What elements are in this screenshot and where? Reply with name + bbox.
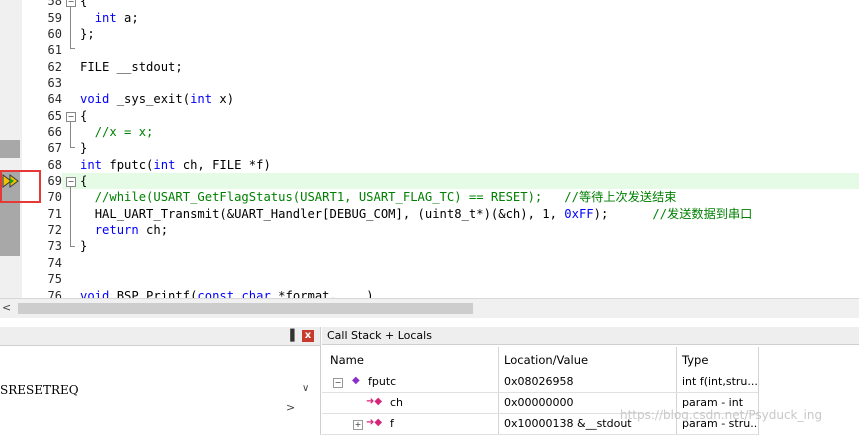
margin-marker (0, 242, 20, 256)
line-number: 65 (47, 109, 62, 123)
comment: //发送数据到串口 (652, 207, 753, 221)
code-text: fputc( (102, 158, 154, 172)
fold-guide-end (70, 48, 75, 49)
line-number: 62 (47, 60, 62, 74)
code-line: void _sys_exit(int x) (80, 91, 234, 107)
pin-icon[interactable]: ▐ (286, 329, 294, 342)
row-type: int f(int,stru... (682, 375, 758, 388)
line-number: 64 (47, 92, 62, 106)
code-line: //x = x; (80, 124, 154, 140)
column-header-type[interactable]: Type (682, 353, 708, 367)
fold-collapse-icon[interactable]: − (66, 0, 76, 7)
code-text: ch; (138, 223, 169, 237)
pane-titlebar: ▐ x (0, 327, 320, 346)
fold-collapse-icon[interactable]: − (66, 112, 76, 122)
code-line: FILE __stdout; (80, 60, 183, 74)
hex-literal: 0xFF (564, 207, 594, 221)
code-line: } (80, 239, 88, 253)
chevron-right-icon[interactable]: > (286, 401, 295, 414)
column-header-name[interactable]: Name (330, 353, 364, 367)
fold-guide-end (70, 246, 75, 247)
code-text: x) (212, 92, 235, 106)
code-text: _sys_exit( (109, 92, 191, 106)
margin-marker (0, 206, 20, 242)
breakpoint-margin[interactable] (0, 0, 22, 300)
horizontal-scrollbar[interactable]: < (0, 298, 859, 318)
line-number: 73 (47, 239, 62, 253)
close-button[interactable]: x (302, 330, 314, 342)
line-number: 59 (47, 11, 62, 25)
line-number: 70 (47, 190, 62, 204)
line-number: 71 (47, 207, 62, 221)
panel-title: Call Stack + Locals (322, 327, 859, 345)
comment: //while(USART_GetFlagStatus(USART1, USAR… (94, 190, 677, 204)
line-number: 68 (47, 158, 62, 172)
code-text: ch, FILE *f) (175, 158, 271, 172)
code-line: //while(USART_GetFlagStatus(USART1, USAR… (80, 189, 677, 205)
fold-guide (70, 7, 71, 48)
code-line: return ch; (80, 222, 168, 238)
code-line: int a; (80, 10, 139, 26)
code-editor[interactable]: 58 59 60 61 62 63 64 65 66 67 68 69 70 7… (0, 0, 859, 300)
current-line-highlight (62, 173, 859, 189)
row-value: 0x08026958 (504, 375, 574, 388)
watermark-text: https://blog.csdn.net/Psyduck_ing (620, 408, 823, 422)
parameter-icon: ➜◆ (366, 417, 383, 428)
parameter-icon: ➜◆ (366, 396, 383, 407)
comment: //x = x; (94, 125, 154, 139)
function-icon: ◆ (352, 375, 360, 386)
code-line: { (80, 109, 88, 123)
register-text: SRESETREQ (0, 383, 79, 397)
expand-icon[interactable]: + (353, 420, 363, 430)
code-line-current: { (80, 174, 88, 188)
line-number: 60 (47, 27, 62, 41)
line-number: 75 (47, 272, 62, 286)
line-number: 69 (47, 174, 62, 188)
keyword: return (94, 223, 139, 237)
margin-marker (0, 140, 20, 158)
row-name: ch (390, 396, 404, 409)
code-text: a; (116, 11, 139, 25)
code-line: int fputc(int ch, FILE *f) (80, 157, 271, 173)
line-number: 72 (47, 223, 62, 237)
scrollbar-thumb[interactable] (18, 303, 473, 314)
watch-pane: ▐ x SRESETREQ ∨ > (0, 327, 321, 435)
chevron-down-icon[interactable]: ∨ (302, 383, 309, 394)
table-row[interactable]: − ◆ fputc 0x08026958 int f(int,stru... (322, 372, 758, 393)
code-line: }; (80, 27, 95, 41)
column-header-value[interactable]: Location/Value (504, 353, 588, 367)
code-text: ); (593, 207, 653, 221)
code-text: HAL_UART_Transmit(&UART_Handler[DEBUG_CO… (94, 207, 565, 221)
line-number: 67 (47, 141, 62, 155)
collapse-icon[interactable]: − (333, 378, 343, 388)
fold-guide (70, 122, 71, 147)
line-number: 63 (47, 76, 62, 90)
keyword: int (80, 158, 103, 172)
keyword: int (94, 11, 117, 25)
line-number: 66 (47, 125, 62, 139)
keyword: int (190, 92, 213, 106)
scroll-left-arrow[interactable]: < (2, 301, 11, 314)
code-line: } (80, 141, 88, 155)
line-number: 61 (47, 43, 62, 57)
line-number: 58 (47, 0, 62, 8)
fold-guide-end (70, 147, 75, 148)
keyword: void (80, 92, 110, 106)
row-name: f (390, 417, 394, 430)
code-line: HAL_UART_Transmit(&UART_Handler[DEBUG_CO… (80, 206, 753, 222)
line-number: 74 (47, 256, 62, 270)
keyword: int (153, 158, 176, 172)
fold-collapse-icon[interactable]: − (66, 177, 76, 187)
row-name: fputc (368, 375, 397, 388)
line-numbers: 58 59 60 61 62 63 64 65 66 67 68 69 70 7… (26, 0, 62, 300)
code-line: { (80, 0, 88, 8)
fold-guide (70, 187, 71, 246)
